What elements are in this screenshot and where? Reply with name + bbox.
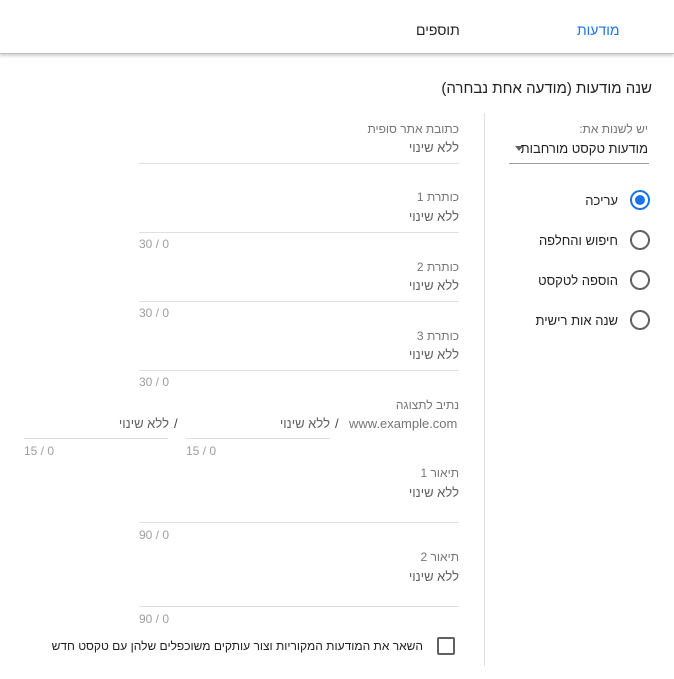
path2-underline (24, 438, 168, 439)
description2-value[interactable]: ללא שינוי (409, 569, 459, 584)
description1-label: תיאור 1 (420, 466, 460, 480)
radio-unchecked-icon[interactable] (630, 310, 650, 330)
field-underline (139, 522, 459, 523)
keep-original-checkbox-row[interactable]: השאר את המודעות המקוריות וצור עותקים משו… (52, 637, 455, 655)
path-separator: / (335, 416, 339, 431)
field-underline (139, 301, 459, 302)
radio-label-edit: עריכה (585, 192, 618, 208)
tab-ads[interactable]: מודעות (577, 22, 619, 38)
section-title: שנה מודעות (מודעה אחת נבחרה) (441, 80, 652, 97)
radio-label-append-text: הוספה לטקסט (538, 272, 618, 288)
headline2-value[interactable]: ללא שינוי (409, 278, 459, 293)
path1-counter: 15 / 0 (186, 444, 217, 458)
change-type-label: יש לשנות את: (579, 122, 648, 136)
path-separator: / (174, 416, 178, 431)
headline1-counter: 30 / 0 (139, 237, 170, 251)
description1-counter: 90 / 0 (139, 528, 170, 542)
headline3-value[interactable]: ללא שינוי (409, 347, 459, 362)
radio-label-find-replace: חיפוש והחלפה (538, 232, 618, 248)
field-underline (139, 370, 459, 371)
change-type-value[interactable]: מודעות טקסט מורחבות (521, 141, 648, 156)
headline1-value[interactable]: ללא שינוי (409, 209, 459, 224)
path2-value[interactable]: ללא שינוי (119, 416, 169, 431)
dropdown-caret-icon[interactable] (515, 146, 523, 151)
radio-find-replace[interactable]: חיפוש והחלפה (539, 230, 650, 250)
description2-label: תיאור 2 (420, 550, 460, 564)
path1-value[interactable]: ללא שינוי (280, 416, 330, 431)
path1-underline (186, 438, 330, 439)
display-path-label: נתיב לתצוגה (395, 398, 459, 412)
headline2-counter: 30 / 0 (139, 306, 170, 320)
tab-bar: מודעות תוספים (0, 0, 674, 54)
tab-extensions[interactable]: תוספים (416, 22, 460, 38)
radio-label-change-case: שנה אות רישית (535, 312, 618, 328)
final-url-label: כתובת אתר סופית (367, 122, 459, 136)
checkbox-icon[interactable] (437, 637, 455, 655)
final-url-value[interactable]: ללא שינוי (409, 140, 459, 155)
description1-value[interactable]: ללא שינוי (409, 485, 459, 500)
description2-counter: 90 / 0 (139, 612, 170, 626)
radio-edit[interactable]: עריכה (585, 190, 650, 210)
headline2-label: כותרת 2 (416, 260, 459, 274)
select-underline (509, 163, 649, 164)
radio-append-text[interactable]: הוספה לטקסט (538, 270, 650, 290)
field-underline (139, 232, 459, 233)
headline3-counter: 30 / 0 (139, 375, 170, 389)
radio-checked-icon[interactable] (630, 190, 650, 210)
column-divider (484, 113, 485, 666)
keep-original-label: השאר את המודעות המקוריות וצור עותקים משו… (51, 639, 423, 653)
headline1-label: כותרת 1 (416, 190, 459, 204)
radio-change-case[interactable]: שנה אות רישית (536, 310, 650, 330)
headline3-label: כותרת 3 (416, 329, 459, 343)
field-underline (139, 163, 459, 164)
path2-counter: 15 / 0 (24, 444, 55, 458)
display-path-domain: www.example.com (349, 416, 458, 431)
radio-unchecked-icon[interactable] (630, 270, 650, 290)
field-underline (139, 606, 459, 607)
radio-unchecked-icon[interactable] (630, 230, 650, 250)
